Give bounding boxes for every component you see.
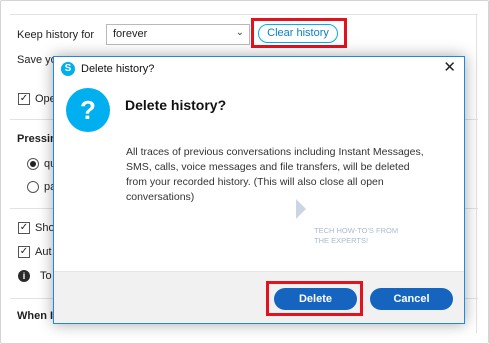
info-icon: i	[18, 270, 30, 282]
show-option-label: Sho	[35, 222, 55, 234]
radio-option-2[interactable]	[27, 181, 39, 193]
pressing-section-title: Pressin	[17, 133, 57, 145]
when-section-title: When I	[17, 310, 54, 322]
dialog-titlebar: S Delete history? ✕	[54, 57, 464, 81]
cancel-button[interactable]: Cancel	[370, 288, 453, 310]
keep-history-label: Keep history for	[17, 29, 95, 41]
skype-icon: S	[61, 62, 75, 76]
dialog-window-title: Delete history?	[81, 63, 155, 75]
auto-option-label: Aut	[35, 246, 52, 258]
keep-history-select[interactable]: forever ⌄	[106, 24, 250, 45]
dialog-footer: Delete Cancel	[54, 271, 464, 323]
auto-checkbox[interactable]: ✓	[18, 246, 30, 258]
delete-button[interactable]: Delete	[274, 288, 357, 310]
divider	[10, 14, 478, 15]
divider	[476, 15, 477, 333]
watermark-line-1: TECH HOW-TO'S FROM	[314, 226, 398, 235]
info-text: To	[40, 270, 52, 282]
watermark-logo: TECH HOW-TO'S FROM THE EXPERTS!	[296, 199, 398, 245]
radio-option-1[interactable]	[27, 158, 39, 170]
save-label: Save yo	[17, 54, 57, 66]
keep-history-value: forever	[113, 28, 148, 40]
dialog-message: All traces of previous conversations inc…	[126, 146, 424, 203]
delete-history-dialog: S Delete history? ✕ ? Delete history? Al…	[53, 56, 465, 324]
chevron-down-icon: ⌄	[235, 27, 244, 38]
question-icon: ?	[66, 88, 110, 132]
clear-history-button[interactable]: Clear history	[258, 24, 338, 43]
dialog-header: ? Delete history?	[64, 87, 454, 132]
dialog-heading: Delete history?	[125, 97, 227, 113]
close-icon[interactable]: ✕	[443, 60, 456, 76]
watermark-line-2: THE EXPERTS!	[314, 236, 368, 245]
show-checkbox[interactable]: ✓	[18, 222, 30, 234]
open-checkbox[interactable]: ✓	[18, 93, 30, 105]
